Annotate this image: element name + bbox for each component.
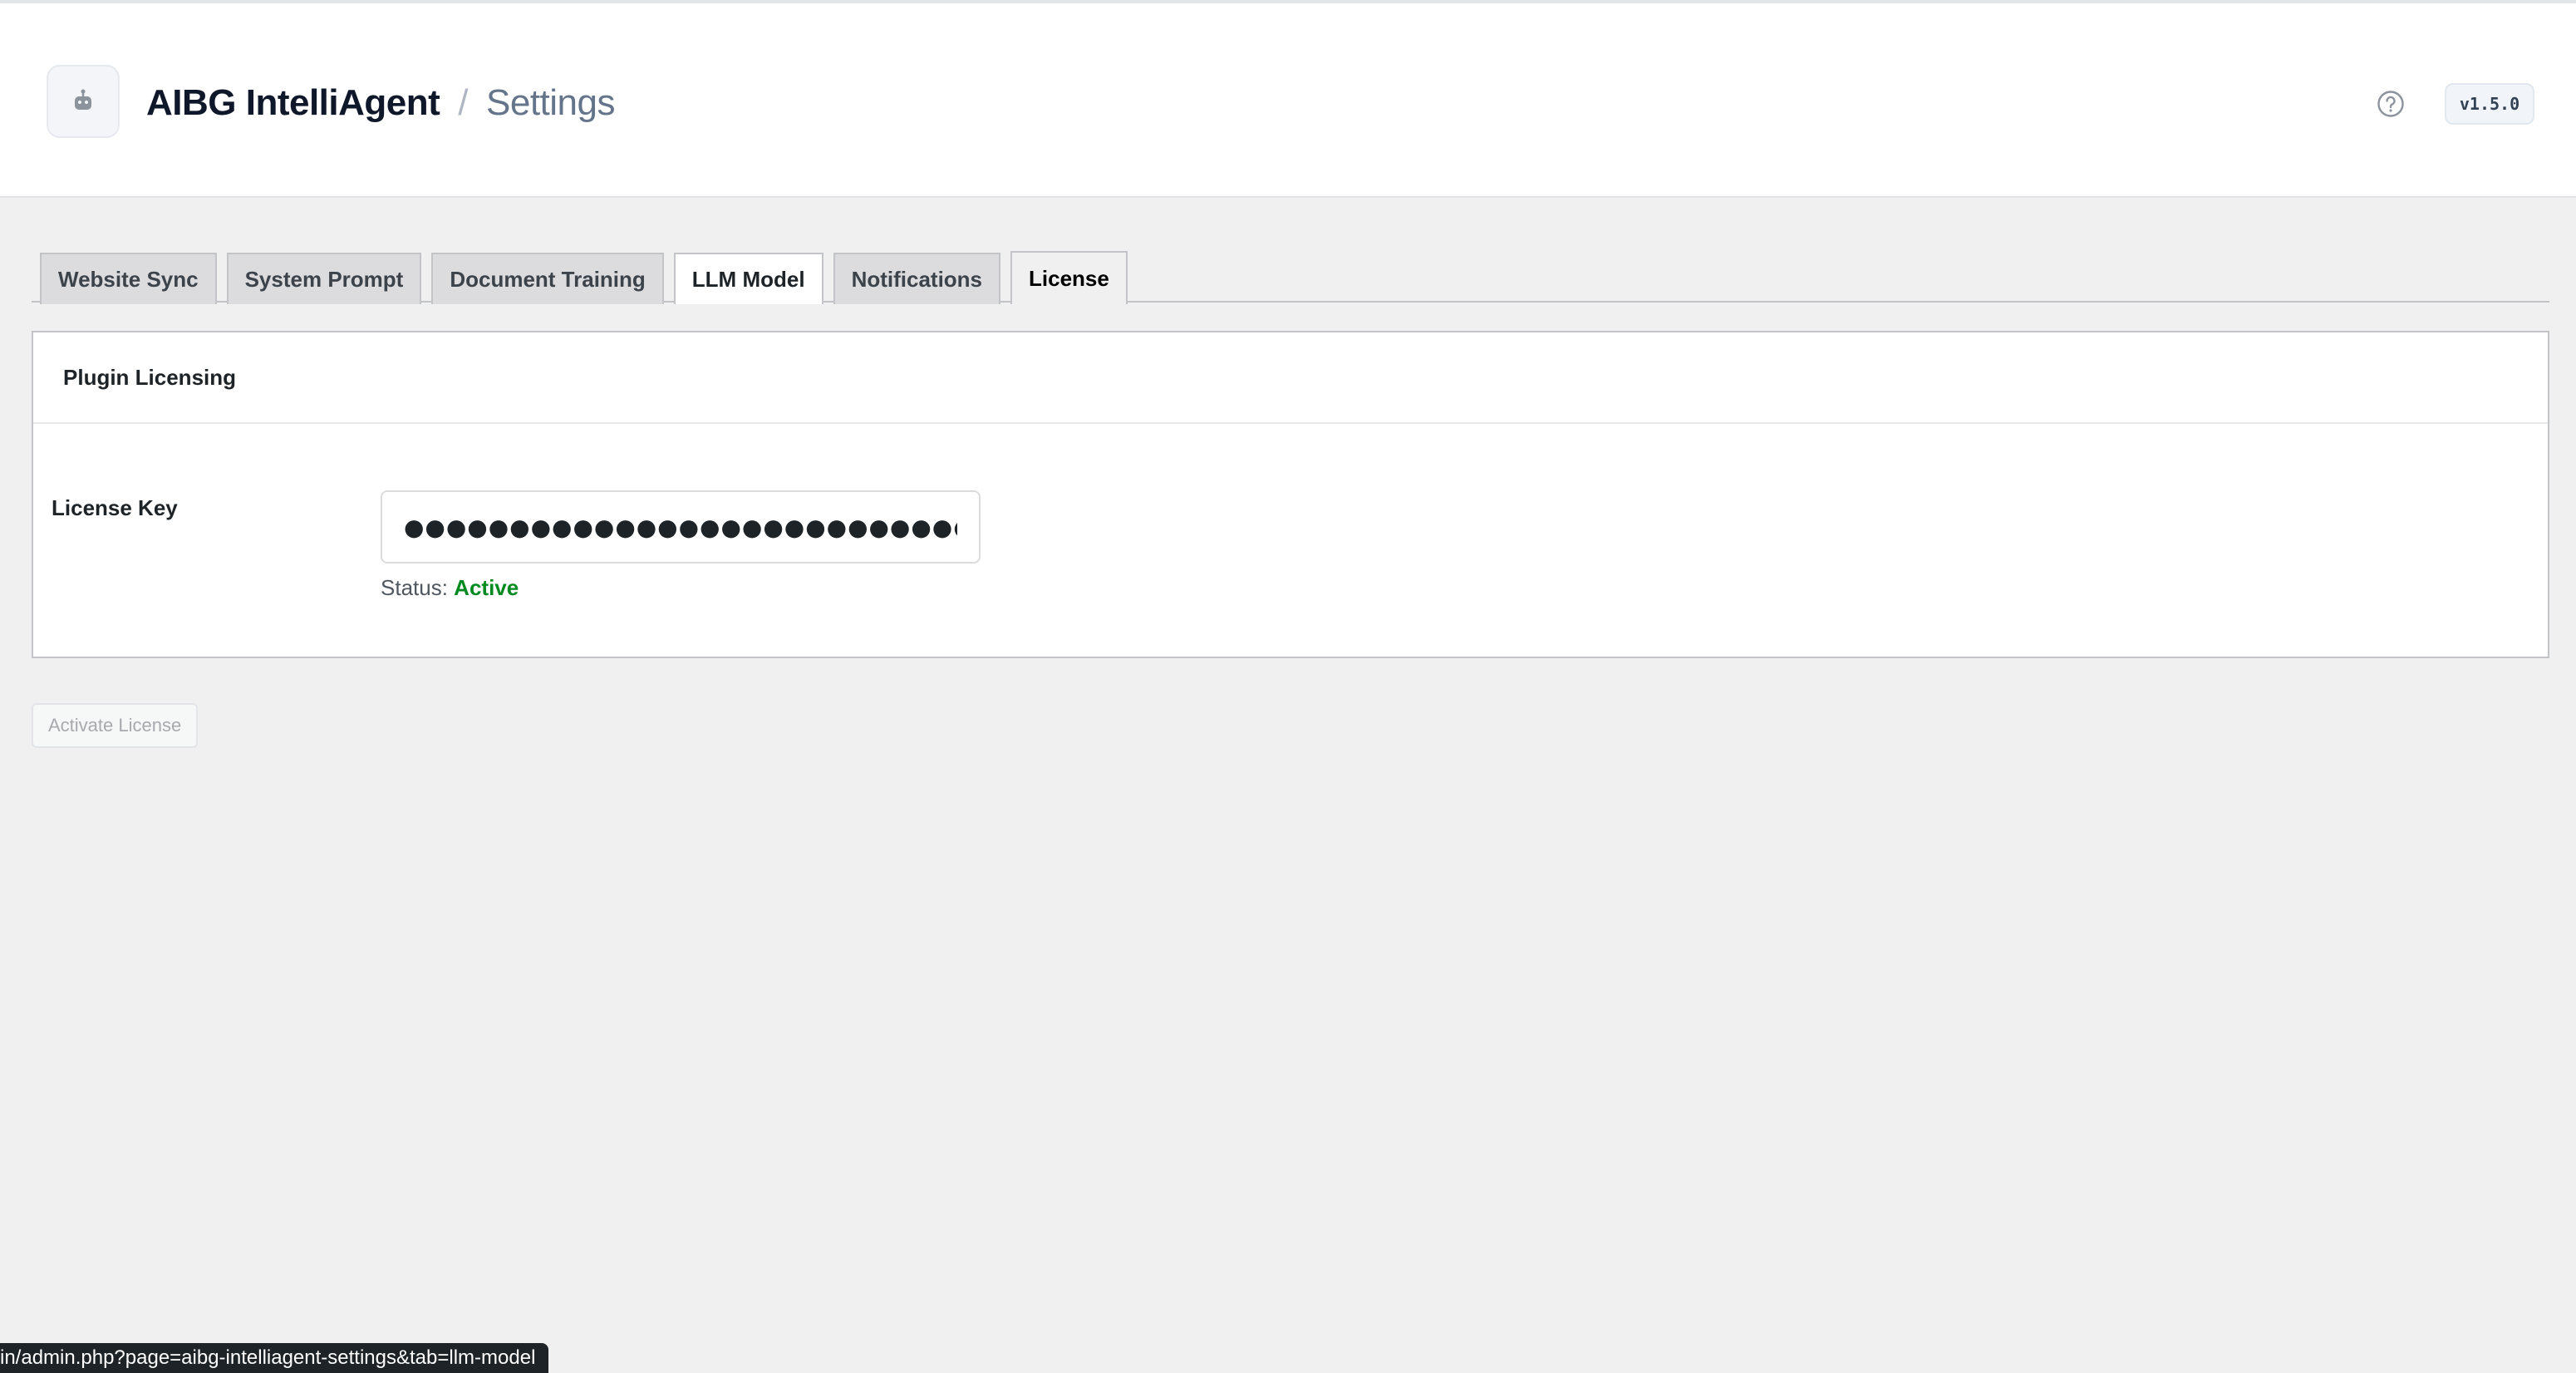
tab-notifications[interactable]: Notifications (833, 253, 1001, 304)
version-badge: v1.5.0 (2445, 83, 2534, 125)
page-header: AIBG IntelliAgent / Settings v1.5.0 (0, 3, 2576, 198)
breadcrumb: AIBG IntelliAgent / Settings (146, 80, 615, 126)
license-status: Status: Active (381, 575, 519, 601)
app-name: AIBG IntelliAgent (146, 82, 440, 123)
page-title: Settings (486, 82, 615, 123)
help-circle-icon[interactable] (2377, 90, 2405, 118)
status-badge: Active (454, 575, 519, 600)
activate-license-button[interactable]: Activate License (32, 703, 199, 748)
license-panel: Plugin Licensing License Key Status: Act… (32, 331, 2549, 658)
panel-title: Plugin Licensing (33, 332, 2548, 424)
license-key-label: License Key (52, 495, 178, 520)
tab-website-sync[interactable]: Website Sync (40, 253, 217, 304)
browser-status-url: in/admin.php?page=aibg-intelliagent-sett… (0, 1343, 549, 1373)
license-key-input[interactable] (381, 490, 981, 563)
tab-system-prompt[interactable]: System Prompt (226, 253, 422, 304)
status-label: Status: (381, 575, 448, 600)
breadcrumb-separator: / (458, 82, 469, 123)
tab-llm-model[interactable]: LLM Model (673, 253, 823, 304)
tab-document-training[interactable]: Document Training (431, 253, 664, 304)
settings-tabs: Website Sync System Prompt Document Trai… (40, 249, 1138, 304)
robot-icon (47, 65, 120, 138)
tab-license[interactable]: License (1010, 251, 1128, 304)
